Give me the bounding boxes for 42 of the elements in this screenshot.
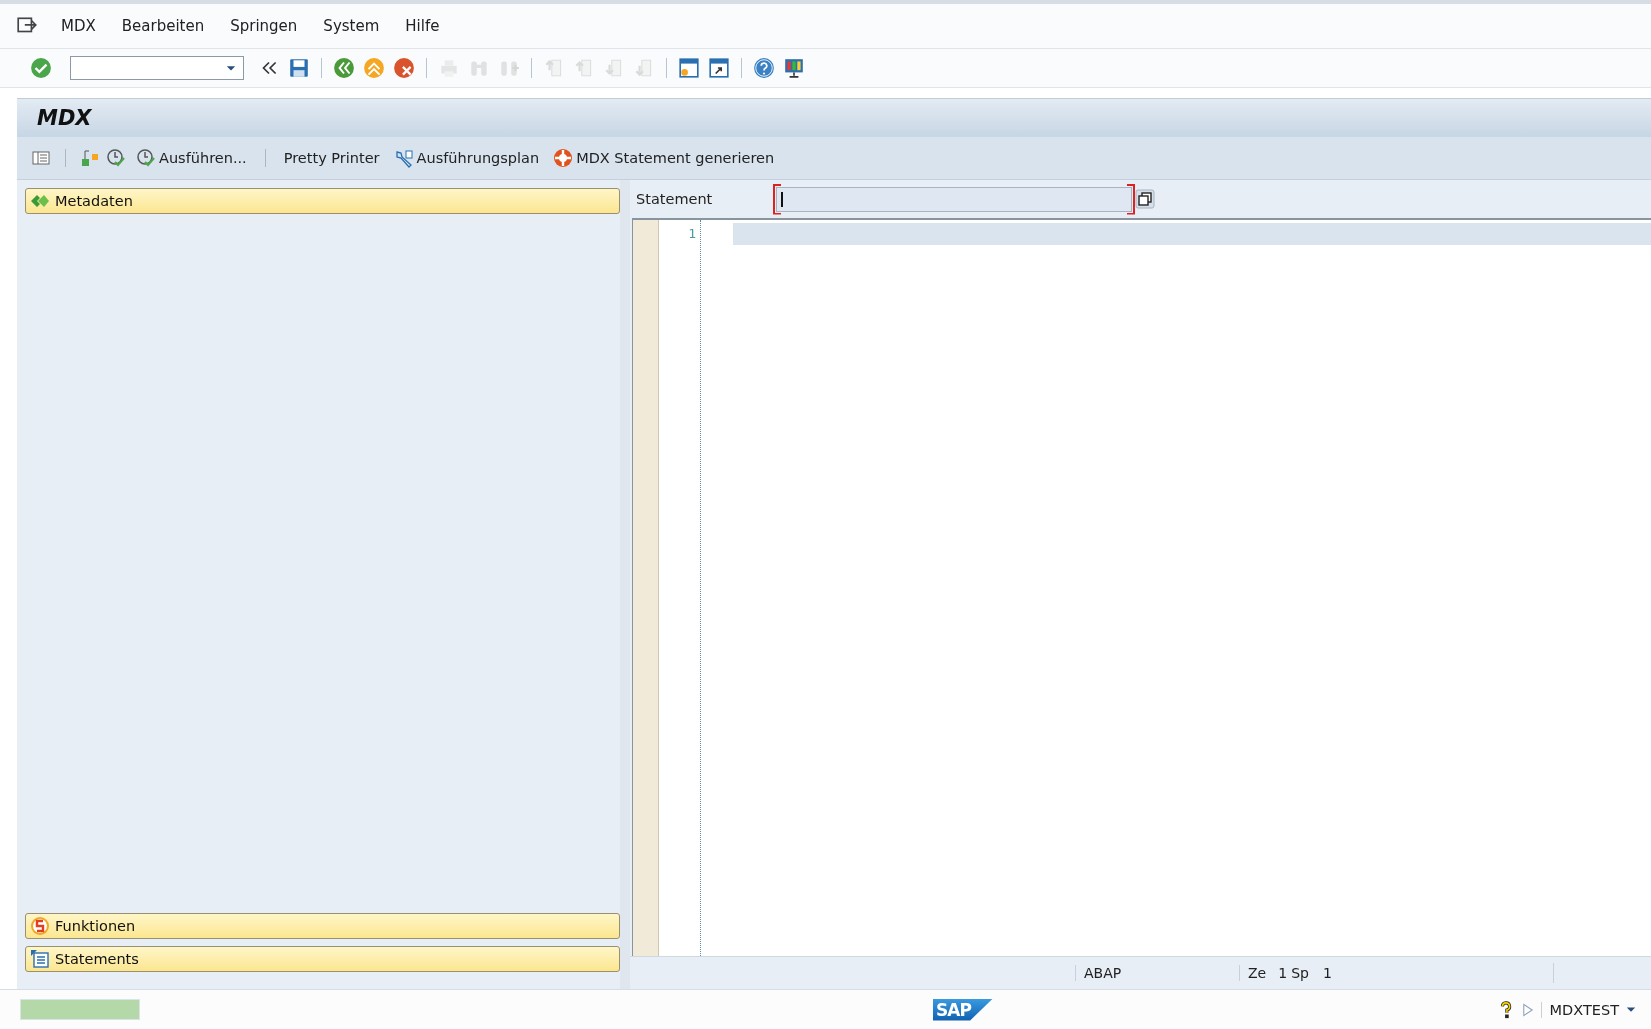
wrench-icon (393, 148, 414, 168)
command-field[interactable] (70, 56, 244, 80)
menu-item[interactable]: System (310, 17, 393, 35)
statement-input[interactable] (776, 186, 1132, 212)
column-label: Sp (1291, 965, 1310, 981)
play-icon[interactable] (1520, 1002, 1535, 1017)
column-value: 1 (1322, 965, 1332, 981)
execute-button[interactable]: Ausführen... (132, 146, 251, 170)
hierarchy-icon[interactable] (80, 148, 100, 168)
panel-section-header[interactable]: Statements (25, 946, 620, 972)
function-icon (30, 916, 50, 936)
copy-icon[interactable] (1135, 189, 1155, 209)
cancel-icon[interactable] (393, 57, 415, 79)
check-clock-icon (136, 148, 156, 168)
menu-item[interactable]: Springen (217, 17, 311, 35)
logo: SAP (933, 998, 993, 1021)
menu-item[interactable]: Bearbeiten (108, 17, 218, 35)
line-number: 1 (687, 225, 696, 243)
system-dropdown[interactable]: MDXTEST (1540, 1001, 1637, 1018)
new-window-icon[interactable] (678, 57, 700, 79)
back-icon[interactable] (333, 57, 355, 79)
menu-item[interactable]: MDX (48, 17, 109, 35)
screen-title: MDX (37, 106, 92, 130)
panel-section-header[interactable]: Funktionen (25, 913, 620, 939)
check-clock-icon[interactable] (106, 148, 126, 168)
line-label: Ze (1248, 965, 1268, 981)
save-icon[interactable] (288, 57, 310, 79)
pretty-printer-button[interactable]: Pretty Printer (279, 148, 384, 168)
plan-button[interactable]: Ausführungsplan (389, 146, 544, 170)
language-indicator: ABAP (1075, 965, 1239, 981)
panel-section-header[interactable]: Metadaten (25, 188, 620, 214)
exit-icon[interactable] (363, 57, 385, 79)
field-label: Statement (636, 191, 714, 207)
line-value: 1 (1278, 965, 1289, 981)
monitor-icon[interactable] (783, 57, 805, 79)
checkmark-icon[interactable] (30, 57, 52, 79)
menu-item[interactable]: Hilfe (392, 17, 453, 35)
list-icon[interactable] (31, 148, 51, 168)
lifebuoy-icon (553, 148, 574, 168)
generate-button[interactable]: MDX Statement generieren (549, 146, 779, 170)
document-icon (30, 949, 50, 969)
shortcut-window-icon[interactable] (708, 57, 730, 79)
